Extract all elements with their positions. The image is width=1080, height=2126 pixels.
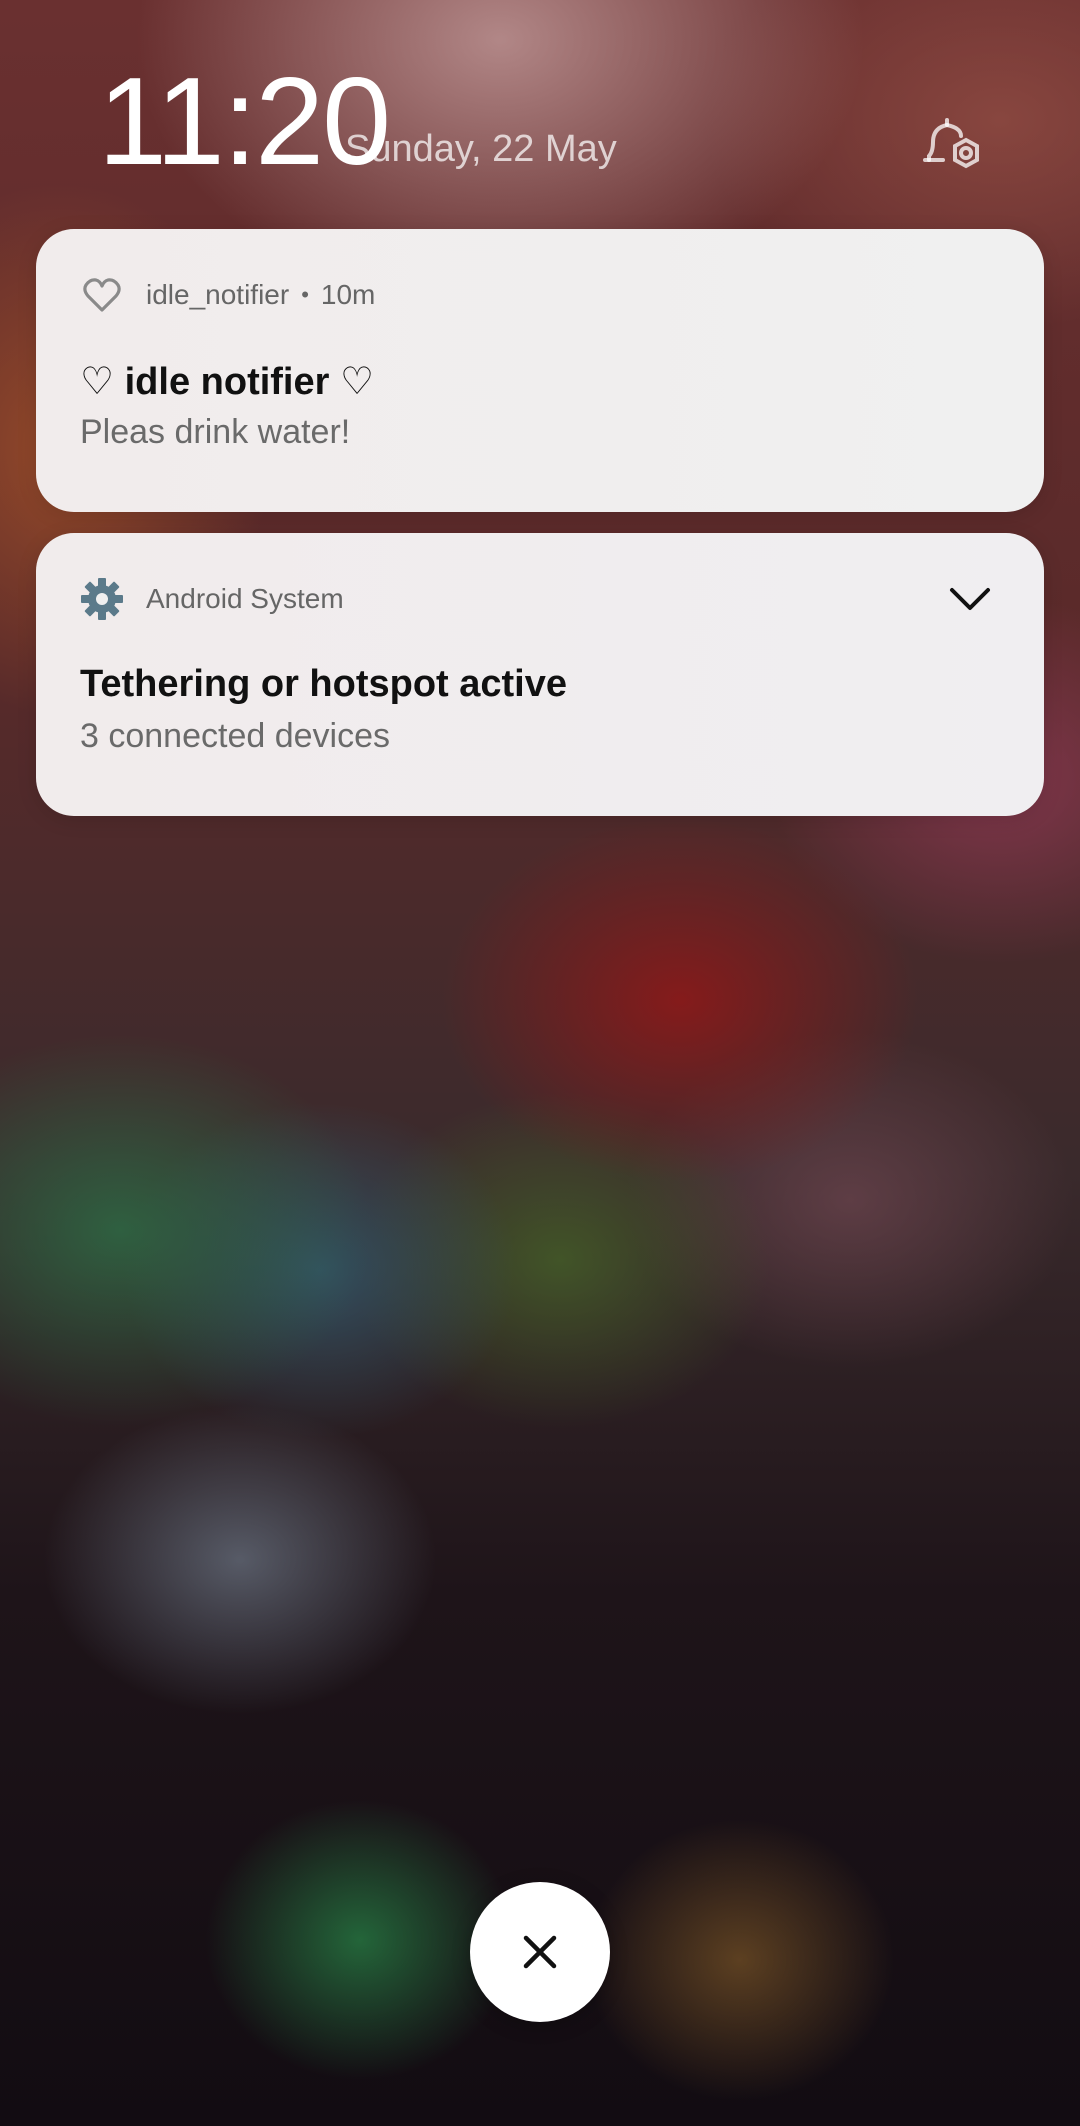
expand-notification-button[interactable] — [940, 577, 1000, 621]
chevron-down-icon — [950, 588, 990, 610]
notification-title: Tethering or hotspot active — [80, 663, 568, 705]
notification-app-name: Android System — [146, 583, 344, 614]
notification-time: 10m — [320, 279, 376, 310]
notification-title: ♡ idle notifier ♡ — [80, 361, 375, 403]
lockscreen-date: Sunday, 22 May — [345, 128, 617, 170]
close-icon — [523, 1935, 557, 1969]
notification-card-idle-notifier[interactable]: idle_notifier • 10m ♡ idle notifier ♡ Pl… — [36, 229, 1044, 512]
notification-header: idle_notifier • 10m — [80, 273, 375, 317]
notification-text: 3 connected devices — [80, 717, 390, 755]
notification-card-android-system[interactable]: Android System Tethering or hotspot acti… — [36, 533, 1044, 816]
heart-outline-icon — [80, 273, 124, 317]
bell-gear-icon — [923, 118, 979, 169]
separator-dot: • — [301, 282, 309, 307]
notification-header: Android System — [80, 577, 344, 621]
notification-app-name: idle_notifier — [146, 279, 290, 310]
gear-icon — [80, 577, 124, 621]
notification-settings-button[interactable] — [915, 110, 987, 182]
clear-all-button[interactable] — [470, 1882, 610, 2022]
notification-text: Pleas drink water! — [80, 413, 351, 451]
